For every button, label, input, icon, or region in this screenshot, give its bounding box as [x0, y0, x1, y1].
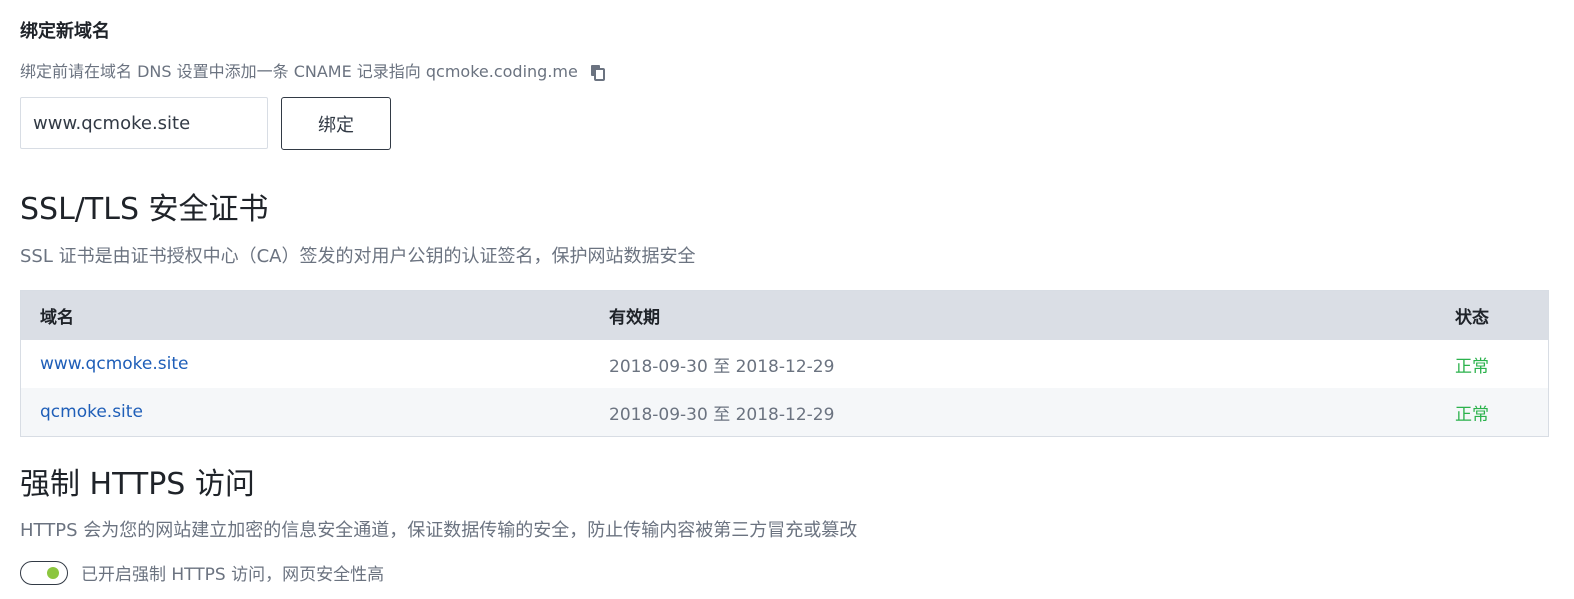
- table-row: qcmoke.site 2018-09-30 至 2018-12-29 正常: [21, 388, 1548, 436]
- bind-domain-title: 绑定新域名: [20, 21, 110, 42]
- validity-period: 2018-09-30 至 2018-12-29: [609, 404, 835, 425]
- table-header-row: 域名 有效期 状态: [21, 291, 1548, 340]
- status-badge: 正常: [1455, 404, 1489, 425]
- toggle-knob: [47, 566, 59, 579]
- column-header-validity: 有效期: [609, 308, 660, 328]
- force-https-toggle[interactable]: [20, 560, 68, 585]
- status-badge: 正常: [1455, 356, 1489, 377]
- column-header-status: 状态: [1455, 308, 1489, 328]
- bind-domain-hint-text: 绑定前请在域名 DNS 设置中添加一条 CNAME 记录指向 qcmoke.co…: [20, 62, 578, 81]
- bind-button[interactable]: 绑定: [281, 97, 391, 150]
- copy-icon[interactable]: [588, 63, 606, 81]
- force-https-setting: 已开启强制 HTTPS 访问，网页安全性高: [20, 560, 384, 585]
- https-section-title: 强制 HTTPS 访问: [20, 467, 255, 502]
- table-row: www.qcmoke.site 2018-09-30 至 2018-12-29 …: [21, 340, 1548, 388]
- domain-link[interactable]: qcmoke.site: [40, 388, 143, 436]
- certificate-table: 域名 有效期 状态 www.qcmoke.site 2018-09-30 至 2…: [20, 290, 1549, 437]
- force-https-toggle-label: 已开启强制 HTTPS 访问，网页安全性高: [81, 565, 385, 585]
- ssl-section-title: SSL/TLS 安全证书: [20, 192, 269, 227]
- bind-domain-hint: 绑定前请在域名 DNS 设置中添加一条 CNAME 记录指向 qcmoke.co…: [20, 60, 606, 84]
- column-header-domain: 域名: [40, 308, 74, 328]
- domain-input[interactable]: [20, 97, 268, 149]
- domain-link[interactable]: www.qcmoke.site: [40, 340, 188, 388]
- https-section-description: HTTPS 会为您的网站建立加密的信息安全通道，保证数据传输的安全，防止传输内容…: [20, 520, 858, 541]
- validity-period: 2018-09-30 至 2018-12-29: [609, 356, 835, 377]
- ssl-section-description: SSL 证书是由证书授权中心（CA）签发的对用户公钥的认证签名，保护网站数据安全: [20, 246, 696, 267]
